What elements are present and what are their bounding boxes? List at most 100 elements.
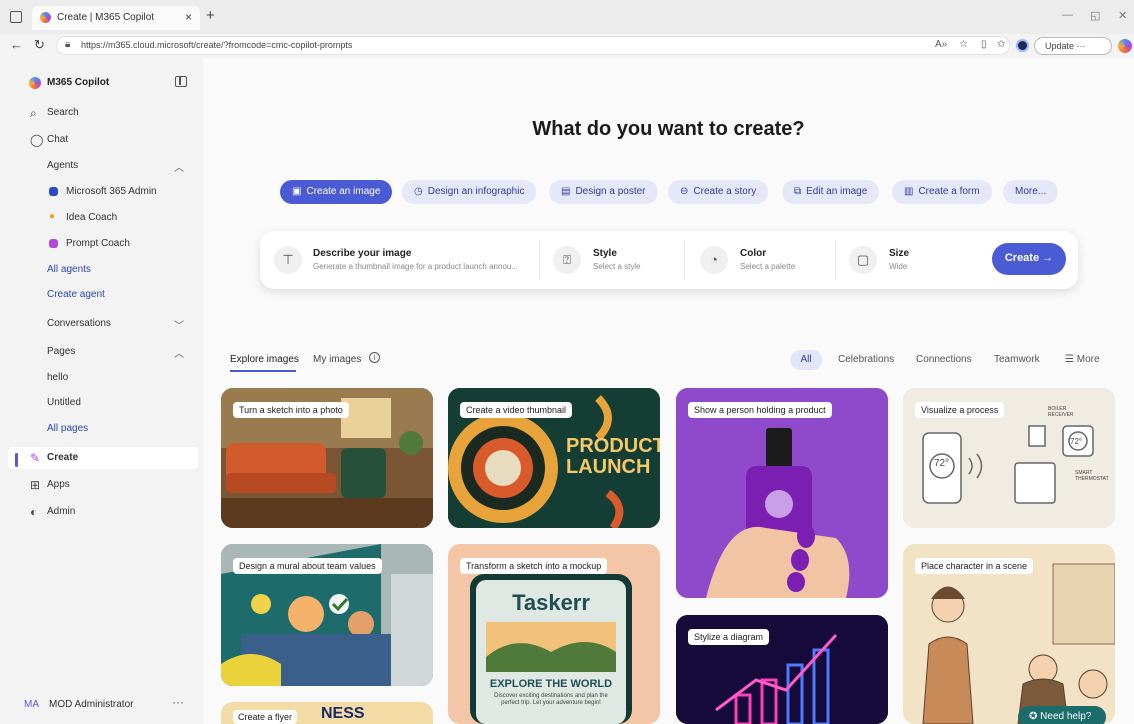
- close-window-icon[interactable]: ✕: [1118, 9, 1127, 22]
- pill-create-story[interactable]: ⊖ Create a story: [668, 180, 769, 204]
- sidebar-section-agents[interactable]: Agents ︿: [0, 155, 203, 177]
- close-tab-icon[interactable]: ×: [185, 10, 192, 24]
- story-icon: ⊖: [680, 186, 689, 197]
- collapse-sidebar-icon[interactable]: [175, 76, 187, 87]
- product-launch-line2: LAUNCH: [566, 456, 651, 478]
- pill-edit-image[interactable]: ⧉ Edit an image: [782, 180, 880, 204]
- style-selector[interactable]: Style: [593, 248, 617, 259]
- sidebar-item-page-untitled[interactable]: Untitled: [0, 392, 203, 414]
- sidebar-section-pages[interactable]: Pages ︿: [0, 341, 203, 363]
- product-launch-line1: PRODUCT: [566, 435, 660, 457]
- sidebar-link-create-agent[interactable]: Create agent: [0, 284, 203, 306]
- sidebar-item-search[interactable]: ⌕ Search: [0, 102, 203, 124]
- tab-explore-images[interactable]: Explore images: [230, 354, 299, 365]
- sidebar-item-label: Chat: [47, 134, 69, 145]
- sidebar-item-label: hello: [47, 372, 69, 383]
- filter-more[interactable]: ☰ More: [1065, 354, 1100, 365]
- thermostat-temp-right: 72°: [1070, 437, 1083, 446]
- copilot-sidebar-icon[interactable]: [1118, 39, 1132, 53]
- search-icon: ⌕: [30, 106, 37, 120]
- style-value[interactable]: Select a style: [593, 262, 641, 271]
- landscape-image: [486, 622, 616, 672]
- pill-more[interactable]: More...: [1003, 180, 1059, 204]
- taskerr-title: Taskerr: [512, 590, 590, 615]
- sidebar: M365 Copilot ⌕ Search ◯ Chat Agents ︿ Mi…: [0, 58, 203, 724]
- favorites-icon[interactable]: ✩: [997, 39, 1005, 50]
- split-screen-icon[interactable]: ▯: [981, 39, 987, 50]
- pill-label: Design a poster: [575, 186, 646, 197]
- sidebar-link-all-pages[interactable]: All pages: [0, 418, 203, 440]
- card-create-flyer[interactable]: Create a flyer NESS: [221, 702, 433, 724]
- sidebar-section-label: Pages: [47, 346, 76, 357]
- size-value[interactable]: Wide: [889, 262, 907, 271]
- info-icon[interactable]: i: [369, 352, 380, 363]
- minimize-icon[interactable]: —: [1062, 9, 1073, 21]
- color-selector[interactable]: Color: [740, 248, 766, 259]
- card-place-character[interactable]: Place character in a scene: [903, 544, 1115, 724]
- divider: [684, 241, 685, 279]
- refresh-icon[interactable]: ↻: [34, 37, 45, 53]
- filter-celebrations[interactable]: Celebrations: [838, 354, 894, 365]
- favorite-star-icon[interactable]: ☆: [959, 39, 968, 50]
- sidebar-item-agent-prompt-coach[interactable]: Prompt Coach: [0, 233, 203, 255]
- card-video-thumbnail[interactable]: PRODUCT LAUNCH Create a video thumbnail: [448, 388, 660, 528]
- pill-create-image[interactable]: ▣ Create an image: [280, 180, 393, 204]
- pill-design-infographic[interactable]: ◷ Design an infographic: [402, 180, 537, 204]
- card-sketch-to-photo[interactable]: Turn a sketch into a photo: [221, 388, 433, 528]
- prompt-builder: ⊤ Describe your image Generate a thumbna…: [260, 231, 1078, 289]
- pill-create-form[interactable]: ▥ Create a form: [892, 180, 992, 204]
- sidebar-item-chat[interactable]: ◯ Chat: [0, 129, 203, 151]
- sidebar-section-label: Conversations: [47, 318, 111, 329]
- chevron-up-icon: ︿: [174, 349, 184, 360]
- new-tab-icon[interactable]: +: [206, 7, 215, 24]
- sidebar-item-apps[interactable]: ⊞ Apps: [0, 474, 203, 496]
- update-button[interactable]: Update ···: [1034, 37, 1112, 55]
- browser-tab[interactable]: Create | M365 Copilot ×: [32, 6, 200, 30]
- filter-connections[interactable]: Connections: [916, 354, 972, 365]
- card-person-holding-product[interactable]: Show a person holding a product: [676, 388, 888, 598]
- apps-grid-icon: ⊞: [30, 478, 41, 492]
- tab-my-images[interactable]: My images: [313, 354, 361, 365]
- sidebar-item-agent-idea-coach[interactable]: ● Idea Coach: [0, 207, 203, 229]
- size-selector[interactable]: Size: [889, 248, 909, 259]
- back-icon[interactable]: ←: [10, 37, 23, 52]
- poster-icon: ▤: [561, 186, 571, 197]
- card-sketch-to-mockup[interactable]: Taskerr EXPLORE THE WORLD Discover excit…: [448, 544, 660, 724]
- card-label: Design a mural about team values: [233, 558, 382, 574]
- sidebar-section-conversations[interactable]: Conversations ﹀: [0, 313, 203, 335]
- card-mural-team-values[interactable]: Design a mural about team values: [221, 544, 433, 686]
- restore-icon[interactable]: ◱: [1090, 9, 1100, 22]
- describe-title[interactable]: Describe your image: [313, 248, 411, 259]
- sidebar-link-all-agents[interactable]: All agents: [0, 259, 203, 281]
- tab-actions-icon[interactable]: [10, 11, 22, 23]
- describe-input[interactable]: Generate a thumbnail image for a product…: [313, 262, 518, 271]
- more-options-icon[interactable]: ···: [172, 695, 184, 709]
- need-help-label: Need help?: [1040, 711, 1092, 722]
- url-field[interactable]: 🔒︎ https://m365.cloud.microsoft/create/?…: [56, 36, 1010, 55]
- need-help-button[interactable]: ✪ Need help?: [1018, 706, 1106, 724]
- card-visualize-process[interactable]: 72° 72° BOILER RECEIVER SMART THERMOSTAT…: [903, 388, 1115, 528]
- taskerr-headline: EXPLORE THE WORLD: [489, 678, 613, 690]
- taskerr-body: Discover exciting destinations and plan …: [494, 693, 608, 706]
- read-aloud-icon[interactable]: A»: [935, 39, 947, 50]
- sidebar-item-admin[interactable]: ◐ Admin: [0, 501, 203, 523]
- filter-all[interactable]: All: [790, 350, 822, 370]
- prompt-coach-agent-icon: [49, 239, 58, 248]
- create-button[interactable]: Create →: [992, 243, 1066, 275]
- lock-icon: 🔒︎: [65, 39, 71, 50]
- card-stylize-diagram[interactable]: Stylize a diagram: [676, 615, 888, 724]
- filter-more-label: More: [1076, 354, 1100, 365]
- nail-polish-image: [676, 388, 888, 598]
- sidebar-item-create[interactable]: ✎ Create: [8, 447, 198, 469]
- user-name[interactable]: MOD Administrator: [49, 699, 133, 710]
- profile-avatar-icon[interactable]: [1016, 39, 1029, 52]
- form-icon: ▥: [904, 186, 914, 197]
- filter-teamwork[interactable]: Teamwork: [994, 354, 1040, 365]
- sidebar-item-label: Untitled: [47, 397, 81, 408]
- user-avatar[interactable]: MA: [24, 699, 39, 710]
- color-value[interactable]: Select a palette: [740, 262, 795, 271]
- pill-design-poster[interactable]: ▤ Design a poster: [549, 180, 658, 204]
- sidebar-item-agent-m365-admin[interactable]: Microsoft 365 Admin: [0, 181, 203, 203]
- sidebar-item-page-hello[interactable]: hello: [0, 367, 203, 389]
- card-label: Create a video thumbnail: [460, 402, 573, 418]
